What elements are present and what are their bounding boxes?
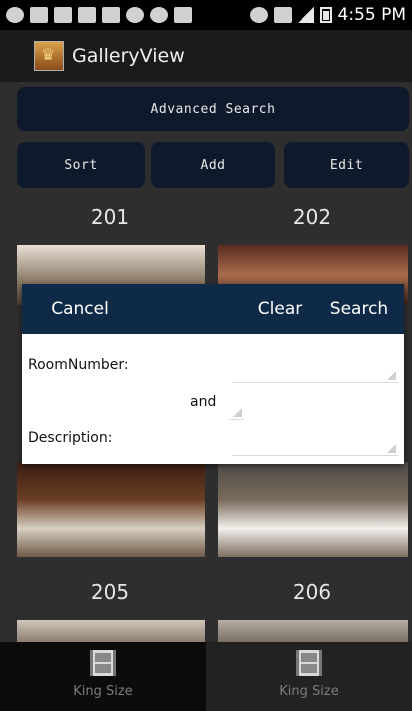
film-icon xyxy=(90,650,116,676)
advanced-search-button[interactable]: Advanced Search xyxy=(17,87,409,131)
sort-button[interactable]: Sort xyxy=(17,142,145,188)
notification-icons xyxy=(6,7,192,23)
alarm-icon xyxy=(249,7,268,23)
app-title: GalleryView xyxy=(72,45,185,67)
app-icon xyxy=(126,7,144,23)
dialog-header: Cancel Clear Search xyxy=(22,284,404,334)
room-caption: 202 xyxy=(292,205,332,229)
search-dialog: Cancel Clear Search RoomNumber: and Desc… xyxy=(22,284,404,464)
image-icon xyxy=(54,7,72,23)
status-time: 4:55 PM xyxy=(337,5,407,25)
and-label: and xyxy=(190,394,217,410)
tab-label: King Size xyxy=(279,684,339,699)
room-photo[interactable] xyxy=(17,462,205,557)
app-bar: GalleryView xyxy=(0,30,412,82)
tab-label: King Size xyxy=(73,684,133,699)
signal-icon xyxy=(297,7,314,23)
room-caption: 206 xyxy=(292,580,332,604)
wifi-icon xyxy=(273,7,292,23)
battery-icon xyxy=(319,7,332,23)
room-number-field[interactable] xyxy=(232,358,398,383)
pen-icon xyxy=(102,7,120,23)
app-logo-icon xyxy=(34,41,64,71)
room-caption: 201 xyxy=(90,205,130,229)
bottom-tab-bar: King Size King Size xyxy=(0,642,412,711)
cancel-button[interactable]: Cancel xyxy=(22,284,138,334)
usb-icon xyxy=(30,7,48,23)
room-photo[interactable] xyxy=(218,462,408,557)
status-bar: 4:55 PM xyxy=(0,0,412,30)
video-icon xyxy=(174,7,192,23)
room-photo[interactable] xyxy=(17,620,205,642)
tab-king-size[interactable]: King Size xyxy=(206,642,412,711)
room-number-label: RoomNumber: xyxy=(28,357,129,373)
operator-dropdown[interactable] xyxy=(228,395,244,420)
film-icon xyxy=(296,650,322,676)
search-button[interactable]: Search xyxy=(314,284,404,334)
parking-icon xyxy=(78,7,96,23)
description-label: Description: xyxy=(28,430,113,446)
room-photo[interactable] xyxy=(218,620,408,642)
clear-button[interactable]: Clear xyxy=(252,284,308,334)
add-circle-icon xyxy=(6,7,24,23)
app-icon xyxy=(150,7,168,23)
tab-king-size[interactable]: King Size xyxy=(0,642,206,711)
edit-button[interactable]: Edit xyxy=(284,142,409,188)
room-caption: 205 xyxy=(90,580,130,604)
add-button[interactable]: Add xyxy=(151,142,275,188)
system-status: 4:55 PM xyxy=(249,5,407,25)
description-field[interactable] xyxy=(232,431,398,456)
